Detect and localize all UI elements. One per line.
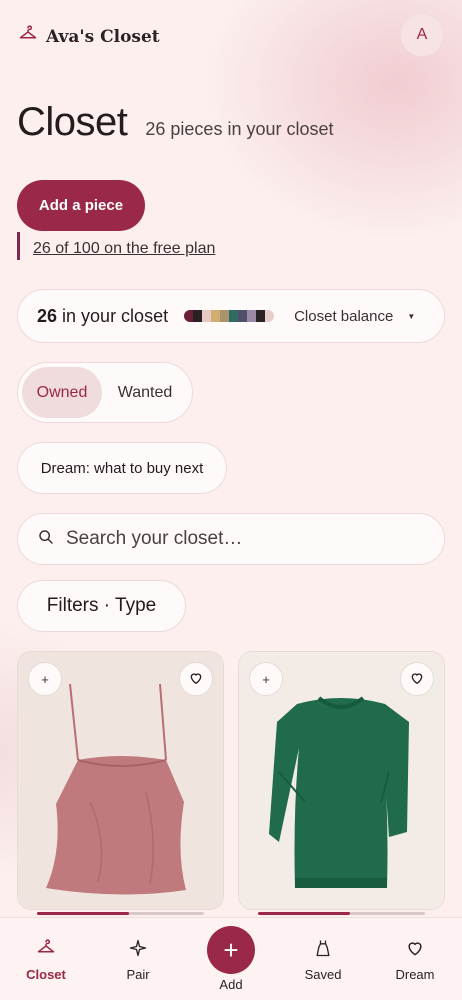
bottom-nav: Closet Pair + Add Saved Dream: [0, 917, 462, 1000]
plan-usage-link[interactable]: 26 of 100 on the free plan: [17, 232, 215, 260]
add-to-outfit-button[interactable]: +: [28, 662, 62, 696]
dream-button[interactable]: Dream: what to buy next: [17, 442, 227, 494]
closet-count: 26: [37, 305, 58, 326]
color-swatch: [211, 310, 221, 322]
nav-add-button[interactable]: +: [207, 926, 255, 974]
color-swatch: [202, 310, 212, 322]
nav-pair-label: Pair: [126, 967, 150, 982]
owned-wanted-toggle: Owned Wanted: [17, 362, 193, 423]
hanger-icon: [36, 938, 56, 961]
closet-balance-bar: 26 in your closet Closet balance ▼: [17, 289, 445, 343]
sparkle-icon: [128, 938, 148, 961]
nav-saved-label: Saved: [304, 967, 342, 982]
nav-add-label: Add: [219, 977, 243, 992]
color-swatch: [220, 310, 230, 322]
color-swatch: [238, 310, 248, 322]
closet-item-card[interactable]: +: [238, 651, 445, 910]
page-header: Closet 26 pieces in your closet: [17, 100, 334, 145]
nav-pair[interactable]: Pair: [98, 938, 178, 982]
closet-balance-label: Closet balance: [294, 307, 394, 325]
caret-down-icon: ▼: [407, 311, 416, 321]
wear-meter-fill: [258, 912, 350, 915]
heart-icon: [188, 670, 204, 689]
tab-wanted[interactable]: Wanted: [102, 367, 188, 418]
color-swatches: [184, 310, 275, 322]
nav-saved[interactable]: Saved: [283, 938, 363, 982]
brand-name: Ava's Closet: [46, 26, 160, 47]
brand[interactable]: Ava's Closet: [18, 24, 160, 49]
add-piece-button[interactable]: Add a piece: [17, 180, 145, 231]
color-swatch: [256, 310, 266, 322]
heart-icon: [409, 670, 425, 689]
nav-dream-label: Dream: [395, 967, 435, 982]
wear-meter: [258, 912, 425, 915]
page-subtitle: 26 pieces in your closet: [145, 119, 334, 139]
closet-balance-select[interactable]: Closet balance ▼: [294, 308, 415, 325]
color-swatch: [229, 310, 239, 322]
wear-meter: [37, 912, 204, 915]
add-to-outfit-button[interactable]: +: [249, 662, 283, 696]
nav-dream[interactable]: Dream: [375, 938, 455, 982]
color-swatch: [193, 310, 203, 322]
search-input[interactable]: [66, 528, 406, 550]
search-bar[interactable]: [17, 513, 445, 565]
filters-button[interactable]: Filters · Type: [17, 580, 186, 632]
color-swatch: [265, 310, 275, 322]
favorite-button[interactable]: [400, 662, 434, 696]
nav-closet[interactable]: Closet: [6, 938, 86, 982]
nav-closet-label: Closet: [26, 967, 66, 982]
hanger-icon: [18, 24, 38, 49]
color-swatch: [247, 310, 257, 322]
search-icon: [38, 529, 54, 550]
top-bar: Ava's Closet A: [0, 0, 462, 70]
closet-item-card[interactable]: +: [17, 651, 224, 910]
plan-usage-text: 26 of 100 on the free plan: [33, 240, 216, 257]
avatar[interactable]: A: [400, 13, 444, 57]
wear-meter-fill: [37, 912, 129, 915]
dress-icon: [313, 938, 333, 961]
closet-count-label: in your closet: [62, 305, 169, 326]
heart-icon: [405, 938, 425, 961]
favorite-button[interactable]: [179, 662, 213, 696]
tab-owned[interactable]: Owned: [22, 367, 102, 418]
page-title: Closet: [17, 100, 128, 144]
color-swatch: [184, 310, 194, 322]
